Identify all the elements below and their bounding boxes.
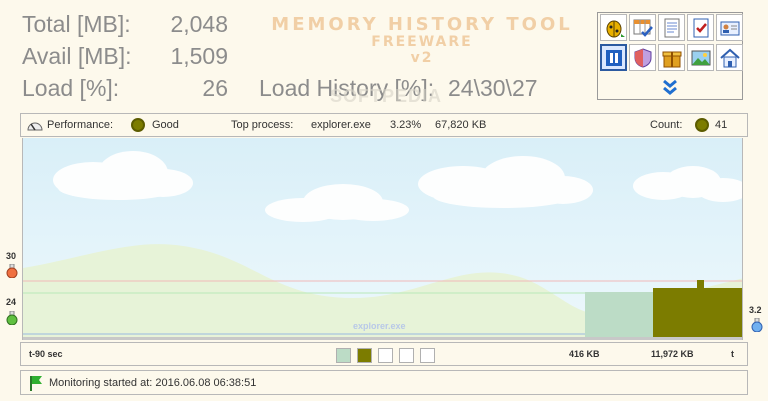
picture-button[interactable] [687,44,714,71]
primary-series-peak [697,280,704,289]
shield-button[interactable] [629,44,656,71]
top-process-label: Top process: [231,119,294,131]
left-top-value: 30 [6,251,17,261]
table-button[interactable] [629,14,656,41]
time-end-label: t [731,349,734,359]
bug-button[interactable] [600,14,627,41]
green-flag-icon [30,376,42,391]
clouds [53,151,742,222]
gauge-icon [27,122,43,131]
bug-icon [606,20,625,37]
avail-value: 1,509 [170,43,228,69]
count-indicator [695,118,709,132]
secondary-series-area [585,292,653,340]
top-process-name: explorer.exe [311,119,371,131]
gift-button[interactable] [658,44,685,71]
document-button[interactable] [658,14,685,41]
right-value: 3.2 [749,305,762,315]
performance-bar: Performance: Good Top process: explorer.… [20,113,748,137]
table-check-icon [633,19,653,37]
graph-canvas [23,151,742,340]
contact-card-icon [720,21,739,35]
legend-swatch-empty-3[interactable] [420,348,435,363]
legend-value-1: 416 KB [569,349,600,359]
checklist-button[interactable] [687,14,714,41]
avail-label: Avail [MB]: [22,43,132,69]
time-label: t-90 sec [29,349,63,359]
toolbar [597,12,743,100]
picture-icon [691,50,710,65]
blue-flask-icon [751,318,763,332]
app-version: v2 [410,50,434,66]
performance-indicator [131,118,145,132]
count-label: Count: [650,119,683,131]
baseline [23,337,742,340]
gift-box-icon [662,51,681,67]
app-subtitle: FREEWARE [371,34,473,50]
legend-swatch-empty-2[interactable] [399,348,414,363]
memory-graph: explorer.exe [22,138,743,340]
legend-swatch-secondary[interactable] [336,348,351,363]
shield-icon [634,47,651,68]
count-value: 41 [715,119,728,131]
status-bar: Monitoring started at: 2016.06.08 06:38:… [20,370,748,395]
contact-button[interactable] [716,14,743,41]
pause-button[interactable] [600,44,627,71]
legend-swatch-empty-1[interactable] [378,348,393,363]
load-value: 26 [202,75,228,101]
status-text: Monitoring started at: 2016.06.08 06:38:… [49,377,257,389]
legend-swatch-primary[interactable] [357,348,372,363]
double-chevron-down-icon [663,79,677,95]
green-flask-icon [6,311,18,325]
process-label: explorer.exe [353,321,406,331]
load-label: Load [%]: [22,75,120,101]
watermark: SOFTPEDIA [330,86,443,106]
top-process-percent: 3.23% [390,119,422,131]
load-history-value: 24\30\27 [448,75,538,101]
performance-value: Good [152,119,179,131]
legend-bar: t-90 sec 416 KB 11,972 KB t [20,342,748,366]
home-button[interactable] [716,44,743,71]
left-mid-value: 24 [6,297,17,307]
total-value: 2,048 [170,11,228,37]
top-process-memory: 67,820 KB [435,119,487,131]
total-label: Total [MB]: [22,11,131,37]
home-icon [719,48,740,67]
pause-icon [605,49,622,66]
legend-value-2: 11,972 KB [651,349,694,359]
document-icon [664,18,679,37]
red-flask-icon [6,264,18,278]
expand-toolbar-button[interactable] [598,75,742,99]
checklist-icon [693,18,708,37]
performance-label: Performance: [47,119,114,131]
app-title: MEMORY HISTORY TOOL [271,14,573,35]
primary-series-area [653,288,742,340]
